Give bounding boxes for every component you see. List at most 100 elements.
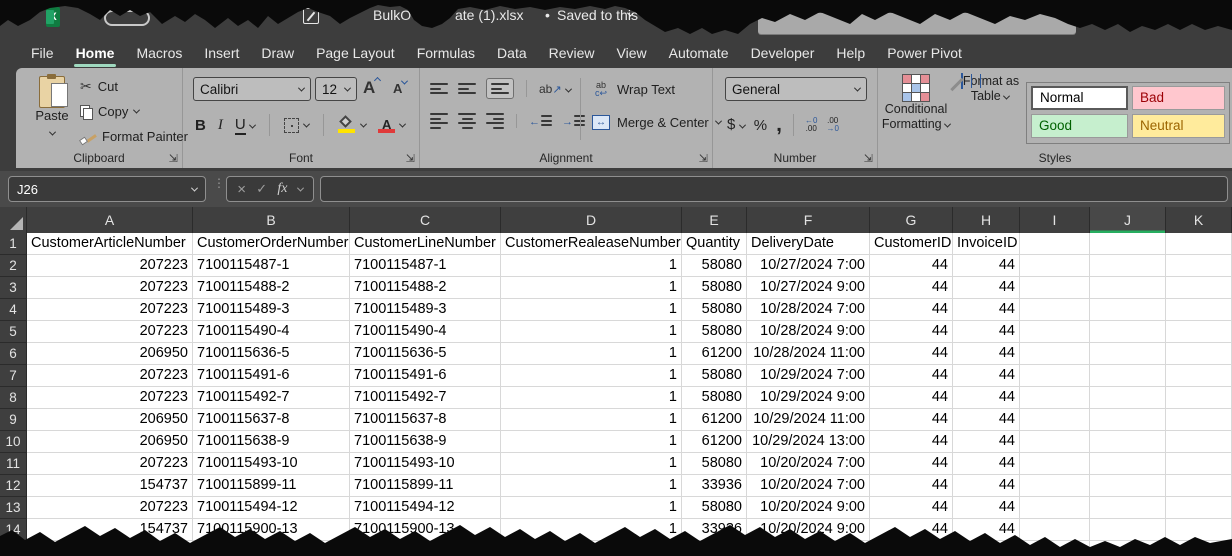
cell-E8[interactable]: 58080 xyxy=(682,387,747,409)
cell-I10[interactable] xyxy=(1020,431,1090,453)
cell-I4[interactable] xyxy=(1020,299,1090,321)
cell-G11[interactable]: 44 xyxy=(870,453,953,475)
cell-E12[interactable]: 33936 xyxy=(682,475,747,497)
row-header-6[interactable]: 6 xyxy=(0,343,27,365)
cell-K14[interactable] xyxy=(1166,519,1232,541)
bold-button[interactable]: B xyxy=(195,117,206,134)
cell-I7[interactable] xyxy=(1020,365,1090,387)
cell-F14[interactable]: 10/20/2024 9:00 xyxy=(747,519,870,541)
fill-color-button[interactable] xyxy=(338,117,366,133)
cell-B2[interactable]: 7100115487-1 xyxy=(193,255,350,277)
cell-A7[interactable]: 207223 xyxy=(27,365,193,387)
cell-style-bad[interactable]: Bad xyxy=(1132,86,1225,110)
cell-K9[interactable] xyxy=(1166,409,1232,431)
alignment-dialog-launcher[interactable]: ⇲ xyxy=(699,153,708,165)
tab-view[interactable]: View xyxy=(606,40,658,68)
cell-D12[interactable]: 1 xyxy=(501,475,682,497)
cell-J14[interactable] xyxy=(1090,519,1166,541)
decrease-indent-button[interactable]: ← xyxy=(529,112,552,130)
cell-K13[interactable] xyxy=(1166,497,1232,519)
cell-B4[interactable]: 7100115489-3 xyxy=(193,299,350,321)
cell-B3[interactable]: 7100115488-2 xyxy=(193,277,350,299)
cell-D1[interactable]: CustomerRealeaseNumber xyxy=(501,233,682,255)
cell-F13[interactable]: 10/20/2024 9:00 xyxy=(747,497,870,519)
cell-D2[interactable]: 1 xyxy=(501,255,682,277)
tab-insert[interactable]: Insert xyxy=(193,40,250,68)
cell-K12[interactable] xyxy=(1166,475,1232,497)
cell-H10[interactable]: 44 xyxy=(953,431,1020,453)
cell-F3[interactable]: 10/27/2024 9:00 xyxy=(747,277,870,299)
cell-H3[interactable]: 44 xyxy=(953,277,1020,299)
cell-I6[interactable] xyxy=(1020,343,1090,365)
number-format-select[interactable]: General xyxy=(725,77,867,101)
cell-C4[interactable]: 7100115489-3 xyxy=(350,299,501,321)
cell-H2[interactable]: 44 xyxy=(953,255,1020,277)
cell-B7[interactable]: 7100115491-6 xyxy=(193,365,350,387)
cell-G13[interactable]: 44 xyxy=(870,497,953,519)
cell-C10[interactable]: 7100115638-9 xyxy=(350,431,501,453)
cell-F5[interactable]: 10/28/2024 9:00 xyxy=(747,321,870,343)
cell-F8[interactable]: 10/29/2024 9:00 xyxy=(747,387,870,409)
select-all-corner[interactable] xyxy=(0,207,27,233)
merge-center-button[interactable]: ↔ Merge & Center xyxy=(592,115,721,130)
cell-J12[interactable] xyxy=(1090,475,1166,497)
cell-D9[interactable]: 1 xyxy=(501,409,682,431)
tab-power-pivot[interactable]: Power Pivot xyxy=(876,40,973,68)
cell-G1[interactable]: CustomerID xyxy=(870,233,953,255)
increase-indent-button[interactable]: → xyxy=(562,112,585,130)
tab-macros[interactable]: Macros xyxy=(125,40,193,68)
insert-function-button[interactable]: fx xyxy=(277,181,287,197)
cell-H14[interactable]: 44 xyxy=(953,519,1020,541)
cell-K15[interactable] xyxy=(1166,541,1232,556)
row-header-4[interactable]: 4 xyxy=(0,299,27,321)
borders-button[interactable] xyxy=(284,118,309,133)
cell-B12[interactable]: 7100115899-11 xyxy=(193,475,350,497)
cell-C3[interactable]: 7100115488-2 xyxy=(350,277,501,299)
cell-I2[interactable] xyxy=(1020,255,1090,277)
cell-A8[interactable]: 207223 xyxy=(27,387,193,409)
cell-E15[interactable] xyxy=(682,541,747,556)
font-name-select[interactable]: Calibri xyxy=(193,77,311,101)
cell-K10[interactable] xyxy=(1166,431,1232,453)
excel-app-icon[interactable]: X xyxy=(46,7,67,27)
cell-H12[interactable]: 44 xyxy=(953,475,1020,497)
cell-F15[interactable] xyxy=(747,541,870,556)
underline-button[interactable]: U xyxy=(235,116,255,134)
cell-J5[interactable] xyxy=(1090,321,1166,343)
row-header-2[interactable]: 2 xyxy=(0,255,27,277)
cell-A5[interactable]: 207223 xyxy=(27,321,193,343)
cell-D3[interactable]: 1 xyxy=(501,277,682,299)
cell-K5[interactable] xyxy=(1166,321,1232,343)
copy-button[interactable]: Copy xyxy=(80,99,188,124)
cell-I9[interactable] xyxy=(1020,409,1090,431)
cell-G6[interactable]: 44 xyxy=(870,343,953,365)
cell-F9[interactable]: 10/29/2024 11:00 xyxy=(747,409,870,431)
tab-draw[interactable]: Draw xyxy=(250,40,305,68)
formula-input[interactable] xyxy=(320,176,1228,202)
fx-chevron-icon[interactable] xyxy=(297,184,304,191)
cell-G4[interactable]: 44 xyxy=(870,299,953,321)
cell-C5[interactable]: 7100115490-4 xyxy=(350,321,501,343)
cell-C14[interactable]: 7100115900-13 xyxy=(350,519,501,541)
cell-H9[interactable]: 44 xyxy=(953,409,1020,431)
increase-decimal-button[interactable]: ←0.00 xyxy=(805,117,817,133)
cell-B15[interactable] xyxy=(193,541,350,556)
row-header-3[interactable]: 3 xyxy=(0,277,27,299)
cell-K1[interactable] xyxy=(1166,233,1232,255)
row-header-1[interactable]: 1 xyxy=(0,233,27,255)
cell-A11[interactable]: 207223 xyxy=(27,453,193,475)
cell-E11[interactable]: 58080 xyxy=(682,453,747,475)
cell-K7[interactable] xyxy=(1166,365,1232,387)
cell-B5[interactable]: 7100115490-4 xyxy=(193,321,350,343)
cell-E3[interactable]: 58080 xyxy=(682,277,747,299)
cell-D14[interactable]: 1 xyxy=(501,519,682,541)
cell-K6[interactable] xyxy=(1166,343,1232,365)
cell-style-normal[interactable]: Normal xyxy=(1031,86,1128,110)
cell-J4[interactable] xyxy=(1090,299,1166,321)
tab-page-layout[interactable]: Page Layout xyxy=(305,40,406,68)
cell-A2[interactable]: 207223 xyxy=(27,255,193,277)
bottom-align-button[interactable] xyxy=(486,78,514,99)
cell-G14[interactable]: 44 xyxy=(870,519,953,541)
cell-G10[interactable]: 44 xyxy=(870,431,953,453)
cell-G12[interactable]: 44 xyxy=(870,475,953,497)
